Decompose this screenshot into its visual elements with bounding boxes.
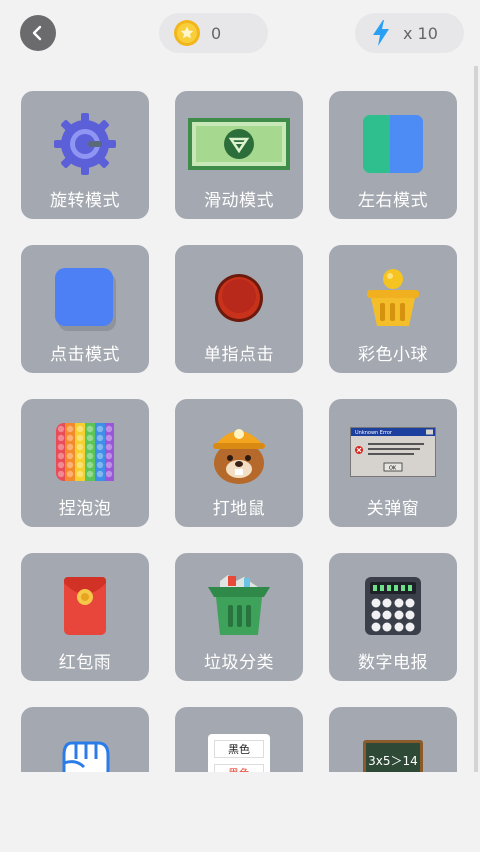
- fist-icon: [62, 741, 110, 772]
- mode-card-whack-mole[interactable]: 打地鼠: [175, 399, 303, 527]
- mode-card-slide[interactable]: 滑动模式: [175, 91, 303, 219]
- bottom-area: [0, 772, 480, 852]
- error-popup-icon: Unknown Error OK: [350, 427, 436, 477]
- color-word-cards-icon: 黑色 黑色: [208, 734, 270, 772]
- popup-ok-button: OK: [389, 466, 397, 472]
- mode-card-math-board[interactable]: 3x5＞14: [329, 707, 457, 772]
- mode-grid: 旋转模式 滑动模式 左右模式 点击模式 单指点击 彩色小球 捏泡泡 打地鼠 Un…: [21, 91, 457, 772]
- basket-ball-icon: [367, 269, 419, 326]
- energy-counter: x 10: [355, 13, 464, 53]
- lightning-icon: [373, 20, 389, 46]
- banknote-icon: [188, 118, 290, 170]
- chevron-left-icon: [32, 25, 42, 41]
- color-word-card: 黑色: [214, 764, 264, 772]
- mode-card-garbage-sort[interactable]: 垃圾分类: [175, 553, 303, 681]
- mode-card-close-popup[interactable]: Unknown Error OK 关弹窗: [329, 399, 457, 527]
- mode-label: 旋转模式: [50, 191, 120, 211]
- red-envelope-icon: [64, 577, 106, 635]
- mode-label: 点击模式: [50, 345, 120, 365]
- mode-label: 打地鼠: [212, 499, 266, 519]
- back-button[interactable]: [20, 15, 56, 51]
- mode-label: 垃圾分类: [204, 653, 274, 673]
- mode-card-tap[interactable]: 点击模式: [21, 245, 149, 373]
- mode-label: 单指点击: [204, 345, 274, 365]
- mode-label: 关弹窗: [366, 499, 420, 519]
- coin-count: 0: [211, 23, 222, 43]
- color-word-card: 黑色: [214, 740, 264, 758]
- mode-card-fist[interactable]: [21, 707, 149, 772]
- split-blocks-icon: [363, 115, 423, 173]
- mode-card-number-telegraph[interactable]: 数字电报: [329, 553, 457, 681]
- mode-label: 数字电报: [358, 653, 428, 673]
- gear-icon: [54, 113, 116, 175]
- coin-star-icon: [174, 20, 200, 46]
- blue-square-icon: [55, 268, 116, 331]
- mode-card-rotate[interactable]: 旋转模式: [21, 91, 149, 219]
- mode-card-color-balls[interactable]: 彩色小球: [329, 245, 457, 373]
- top-bar: 0 x 10: [0, 0, 480, 66]
- pop-it-icon: [56, 423, 114, 481]
- mode-card-single-tap[interactable]: 单指点击: [175, 245, 303, 373]
- mode-label: 左右模式: [358, 191, 428, 211]
- math-blackboard-icon: 3x5＞14: [363, 740, 423, 772]
- mode-card-left-right[interactable]: 左右模式: [329, 91, 457, 219]
- telegraph-keypad-icon: [365, 577, 421, 635]
- coin-counter: 0: [159, 13, 268, 53]
- trash-bin-icon: [208, 575, 270, 635]
- popup-title: Unknown Error: [355, 430, 393, 436]
- mode-label: 捏泡泡: [58, 499, 112, 519]
- mode-label: 彩色小球: [358, 345, 428, 365]
- mole-miner-icon: [213, 429, 265, 484]
- mode-card-color-words[interactable]: 黑色 黑色: [175, 707, 303, 772]
- red-button-icon: [215, 274, 263, 322]
- mode-card-pop-bubbles[interactable]: 捏泡泡: [21, 399, 149, 527]
- scrollbar[interactable]: [474, 66, 478, 772]
- mode-label: 滑动模式: [204, 191, 274, 211]
- mode-grid-scroll[interactable]: 旋转模式 滑动模式 左右模式 点击模式 单指点击 彩色小球 捏泡泡 打地鼠 Un…: [0, 66, 480, 772]
- mode-label: 红包雨: [58, 653, 112, 673]
- mode-card-red-envelope[interactable]: 红包雨: [21, 553, 149, 681]
- energy-count: x 10: [403, 23, 438, 43]
